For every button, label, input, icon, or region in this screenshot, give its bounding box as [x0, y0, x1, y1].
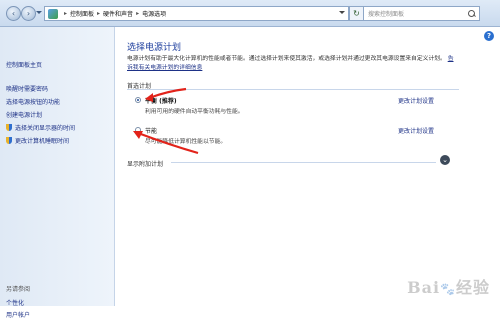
- sidebar-link-sleep-time[interactable]: 更改计算机睡眠时间: [6, 136, 69, 145]
- recent-pages-chevron-icon[interactable]: [36, 11, 42, 14]
- show-additional-plans-label[interactable]: 显示附加计划: [127, 159, 163, 168]
- plan-balanced-settings-link[interactable]: 更改计划设置: [398, 96, 434, 105]
- breadcrumb-separator-icon[interactable]: ▸: [64, 10, 67, 17]
- search-input[interactable]: 搜索控制面板: [363, 6, 480, 21]
- help-icon[interactable]: ?: [484, 31, 494, 41]
- forward-button[interactable]: ›: [21, 6, 36, 21]
- main-content: ? 选择电源计划 电源计划有助于最大化计算机的性能或者节能。通过选择计划来使其激…: [115, 27, 500, 306]
- plan-balanced-radio[interactable]: [135, 97, 141, 103]
- divider: [127, 89, 459, 90]
- page-description: 电源计划有助于最大化计算机的性能或者节能。通过选择计划来使其激活，或选择计划并通…: [127, 55, 457, 73]
- breadcrumb-control-panel[interactable]: 控制面板: [70, 9, 94, 18]
- sidebar-link-label: 选择关闭显示器的时间: [15, 125, 76, 132]
- refresh-icon: ↻: [353, 9, 360, 18]
- plan-power-saver-desc: 尽可能降低计算机性能以节能。: [145, 139, 227, 145]
- breadcrumb-separator-icon[interactable]: ▸: [97, 10, 100, 17]
- plan-balanced-name[interactable]: 平衡 (推荐): [145, 96, 177, 105]
- sidebar-link-power-button[interactable]: 选择电源按钮的功能: [6, 97, 60, 106]
- back-button[interactable]: ‹: [6, 6, 21, 21]
- breadcrumb-power-options[interactable]: 电源选项: [142, 9, 166, 18]
- control-panel-icon: [48, 8, 58, 19]
- address-bar[interactable]: ▸ 控制面板 ▸ 硬件和声音 ▸ 电源选项: [44, 6, 349, 21]
- forward-arrow-icon: ›: [26, 9, 31, 18]
- back-arrow-icon: ‹: [11, 9, 16, 18]
- address-dropdown-icon[interactable]: [339, 11, 345, 14]
- sidebar-link-create-plan[interactable]: 创建电源计划: [6, 110, 42, 119]
- shield-icon: [6, 124, 12, 131]
- plan-power-saver-settings-link[interactable]: 更改计划设置: [398, 126, 434, 135]
- shield-icon: [6, 137, 12, 144]
- baidu-watermark: Bai🐾经验: [407, 278, 490, 297]
- expand-chevron-icon[interactable]: ⌄: [440, 155, 450, 165]
- plan-balanced-desc: 利用可用的硬件自动平衡功耗与性能。: [145, 109, 244, 115]
- breadcrumb-hardware-sound[interactable]: 硬件和声音: [103, 9, 133, 18]
- plan-power-saver-name[interactable]: 节能: [145, 126, 157, 135]
- description-text: 电源计划有助于最大化计算机的性能或者节能。通过选择计划来使其激活，或选择计划并通…: [127, 56, 446, 62]
- page-title: 选择电源计划: [127, 43, 182, 53]
- divider: [171, 162, 436, 163]
- plan-power-saver-radio[interactable]: [135, 127, 141, 133]
- address-toolbar: ‹ › ▸ 控制面板 ▸ 硬件和声音 ▸ 电源选项 ↻ 搜索控制面板: [0, 0, 500, 27]
- sidebar-link-wake-password[interactable]: 唤醒时需要密码: [6, 84, 48, 93]
- sidebar-home-link[interactable]: 控制面板主页: [6, 60, 42, 69]
- sidebar-link-display-off[interactable]: 选择关闭显示器的时间: [6, 123, 75, 132]
- sidebar: 控制面板主页 唤醒时需要密码 选择电源按钮的功能 创建电源计划 选择关闭显示器的…: [0, 27, 115, 319]
- breadcrumb-separator-icon[interactable]: ▸: [136, 10, 139, 17]
- search-placeholder: 搜索控制面板: [368, 11, 405, 18]
- refresh-button[interactable]: ↻: [349, 6, 364, 21]
- search-icon: [467, 9, 477, 19]
- sidebar-link-label: 更改计算机睡眠时间: [15, 138, 70, 145]
- see-also-heading: 另请参阅: [6, 286, 31, 293]
- see-also-user-accounts[interactable]: 用户帐户: [6, 310, 30, 319]
